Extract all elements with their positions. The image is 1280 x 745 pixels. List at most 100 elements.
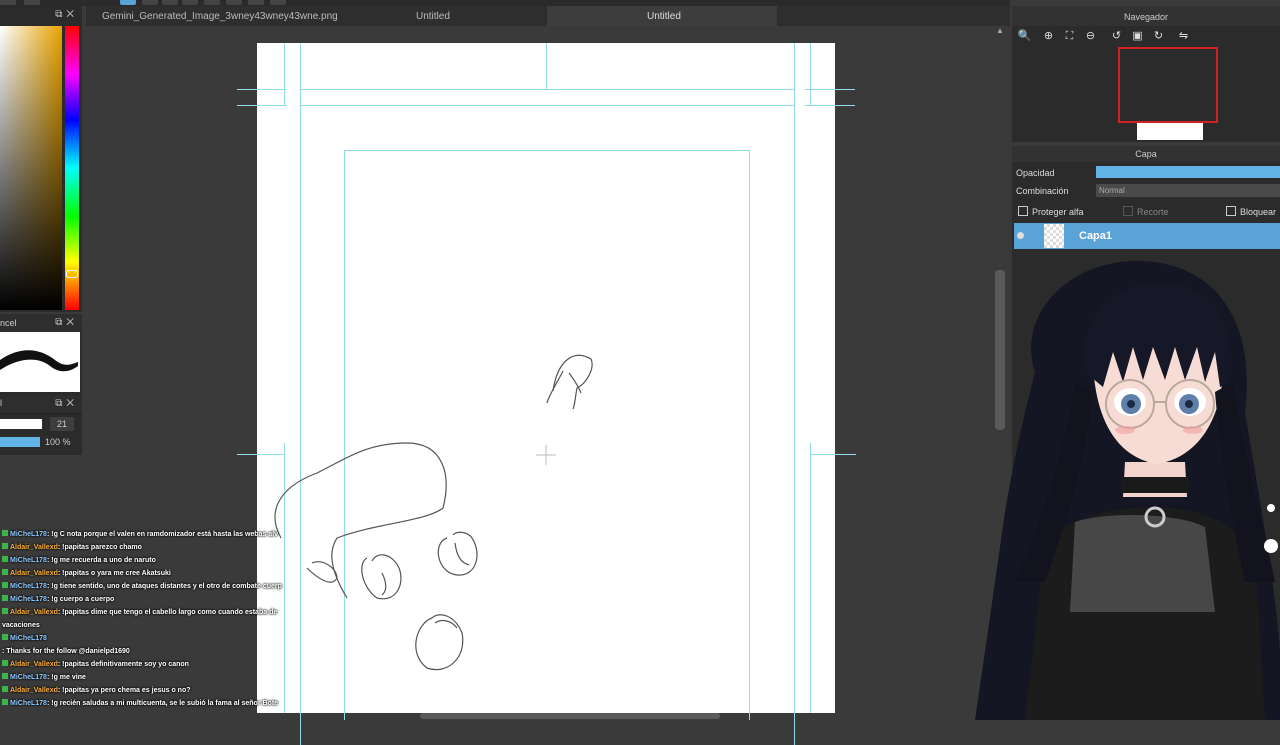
navigator-viewport-frame[interactable]	[1118, 47, 1218, 123]
brush-stroke-preview[interactable]	[0, 332, 80, 392]
chat-username: Aldair_Vallexd	[10, 544, 58, 551]
chat-message-text: : !papitas o yara me cree Akatsuki	[57, 570, 171, 577]
chat-badge-icon	[2, 530, 8, 536]
checkbox-icon[interactable]	[1226, 206, 1236, 216]
layer-panel-title: Capa	[1012, 146, 1280, 162]
vtuber-avatar	[975, 260, 1280, 720]
chat-message-text: vacaciones	[2, 622, 40, 629]
chat-badge-icon	[2, 634, 8, 640]
layer-visibility-eye-icon[interactable]	[1017, 232, 1024, 239]
clip-label: Recorte	[1137, 207, 1169, 217]
flip-icon[interactable]: ⇋	[1175, 28, 1192, 45]
toolbar-button[interactable]	[162, 0, 178, 5]
opacity-label: Opacidad	[1016, 168, 1055, 178]
chat-badge-icon	[2, 595, 8, 601]
blend-mode-label: Combinación	[1016, 186, 1069, 196]
zoom-reset-icon[interactable]: ⊖	[1082, 28, 1099, 45]
chat-message: MiCheL178: !g recién saludas a mi multic…	[2, 699, 278, 708]
toolbar-button[interactable]	[182, 0, 198, 5]
chat-badge-icon	[2, 569, 8, 575]
toolbar-button[interactable]	[226, 0, 242, 5]
lock-checkbox[interactable]: Bloquear	[1226, 206, 1276, 217]
rotate-right-icon[interactable]: ↻	[1150, 28, 1167, 45]
clip-checkbox[interactable]: Recorte	[1123, 206, 1169, 217]
tab-gemini-image[interactable]: Gemini_Generated_Image_3wney43wney43wne.…	[102, 6, 338, 26]
chat-message-text: : !g me vine	[46, 674, 86, 681]
blend-mode-select[interactable]: Normal	[1096, 184, 1280, 197]
chat-username: MiCheL178	[10, 583, 47, 590]
chat-message: Aldair_Vallexd: !papitas dime que tengo …	[2, 608, 277, 617]
hue-slider-handle[interactable]	[66, 270, 78, 278]
chat-message: MiCheL178: !g C nota porque el valen en …	[2, 530, 278, 539]
navigator-title: Navegador	[1012, 6, 1280, 26]
chat-message: MiCheL178: !g me recuerda a uno de narut…	[2, 556, 156, 565]
panel-header-icons[interactable]: ⧉✕	[55, 317, 78, 328]
rotate-left-icon[interactable]: ↺	[1108, 28, 1125, 45]
toolbar-button-active[interactable]	[120, 0, 136, 5]
toolbar-button[interactable]	[248, 0, 264, 5]
protect-alpha-checkbox[interactable]: Proteger alfa	[1018, 206, 1084, 217]
layer-thumbnail	[1044, 224, 1064, 248]
hue-slider[interactable]	[65, 26, 79, 310]
chat-username: MiCheL178	[10, 596, 47, 603]
chat-message-text: : !g me recuerda a uno de naruto	[46, 557, 156, 564]
chat-message-text: : !papitas dime que tengo el cabello lar…	[57, 609, 278, 616]
brush-size-panel: l ⧉✕ 21 100 %	[0, 395, 82, 455]
layer-opacity-slider[interactable]	[1096, 166, 1280, 178]
chat-username: Aldair_Vallexd	[10, 687, 58, 694]
brush-size-slider[interactable]	[0, 419, 42, 429]
chat-message: Aldair_Vallexd: !papitas o yara me cree …	[2, 569, 171, 578]
checkbox-icon[interactable]	[1018, 206, 1028, 216]
chat-username: MiCheL178	[10, 531, 47, 538]
size-panel-header: l ⧉✕	[0, 395, 82, 414]
chat-username: Aldair_Vallexd	[10, 609, 58, 616]
chat-badge-icon	[2, 686, 8, 692]
chat-badge-icon	[2, 608, 8, 614]
stream-chat-overlay: MiCheL178: !g C nota porque el valen en …	[0, 528, 285, 720]
chat-message-text: : Thanks for the follow @danielpd1690	[2, 648, 130, 655]
chat-username: MiCheL178	[10, 674, 47, 681]
chat-message: MiCheL178: !g me vine	[2, 673, 86, 682]
panel-header-icons[interactable]: ⧉✕	[55, 398, 78, 409]
toolbar-button[interactable]	[270, 0, 286, 5]
scroll-up-arrow-icon[interactable]: ▲	[996, 26, 1004, 35]
layer-name[interactable]: Capa1	[1079, 230, 1112, 242]
fit-icon[interactable]: ⛶	[1061, 28, 1078, 45]
chat-badge-icon	[2, 556, 8, 562]
toolbar-button[interactable]	[0, 0, 16, 5]
chat-message: : Thanks for the follow @danielpd1690	[2, 647, 130, 656]
chat-message-text: : !g C nota porque el valen en ramdomiza…	[46, 531, 279, 538]
toolbar-button[interactable]	[204, 0, 220, 5]
chat-badge-icon	[2, 660, 8, 666]
brush-panel-title: ncel	[0, 318, 17, 328]
chat-badge-icon	[2, 699, 8, 705]
chat-username: MiCheL178	[10, 557, 47, 564]
fullscreen-icon[interactable]: ▣	[1129, 28, 1146, 45]
document-tabs: Gemini_Generated_Image_3wney43wney43wne.…	[86, 6, 1010, 26]
tab-untitled-2[interactable]: Untitled	[547, 6, 777, 26]
zoom-in-icon[interactable]: ⊕	[1040, 28, 1057, 45]
chat-username: MiCheL178	[10, 700, 47, 707]
chat-badge-icon	[2, 673, 8, 679]
chat-message: MiCheL178: !g cuerpo a cuerpo	[2, 595, 114, 604]
zoom-out-icon[interactable]: 🔍	[1016, 28, 1033, 45]
toolbar-button[interactable]	[142, 0, 158, 5]
chat-message-text: : !g recién saludas a mi multicuenta, se…	[46, 700, 279, 707]
protect-alpha-label: Proteger alfa	[1032, 207, 1084, 217]
checkbox-icon[interactable]	[1123, 206, 1133, 216]
brush-panel-header: ncel ⧉✕	[0, 314, 82, 333]
chat-message: Aldair_Vallexd: !papitas ya pero chema e…	[2, 686, 191, 695]
brush-opacity-slider[interactable]	[0, 437, 40, 447]
panel-header-icons[interactable]: ⧉✕	[55, 9, 78, 20]
chat-message-text: : !g tiene sentido, uno de ataques dista…	[46, 583, 282, 590]
color-saturation-value-picker[interactable]	[0, 26, 62, 310]
lock-label: Bloquear	[1240, 207, 1277, 217]
brush-size-value[interactable]: 21	[50, 417, 74, 431]
toolbar-button[interactable]	[24, 0, 40, 5]
tab-untitled-1[interactable]: Untitled	[416, 6, 476, 26]
chat-message-text: : !papitas definitivamente soy yo canon	[57, 661, 189, 668]
horizontal-scrollbar[interactable]	[420, 713, 720, 719]
brush-stroke-icon	[0, 350, 78, 372]
chat-message: MiCheL178	[2, 634, 47, 643]
chat-message-text: : !papitas ya pero chema es jesus o no?	[57, 687, 191, 694]
